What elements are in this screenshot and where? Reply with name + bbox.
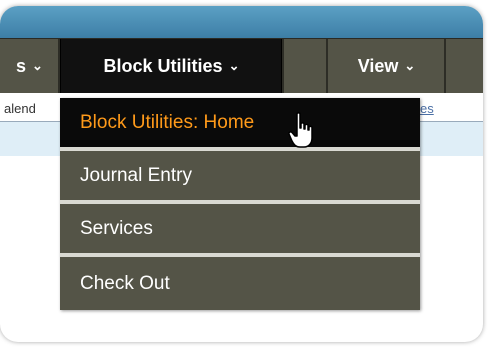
hand-pointer-icon: [288, 112, 313, 148]
dropdown-item-block-utilities-home[interactable]: Block Utilities: Home: [60, 98, 420, 151]
menu-divider: [282, 39, 284, 93]
menu-divider: [444, 39, 446, 93]
dropdown-item-journal-entry[interactable]: Journal Entry: [60, 151, 420, 204]
dropdown-item-label: Block Utilities: Home: [80, 111, 255, 133]
menu-item-block-utilities[interactable]: Block Utilities ⌄: [60, 39, 282, 93]
dropdown-item-label: Services: [80, 217, 153, 239]
dropdown-item-label: Check Out: [80, 272, 170, 294]
menu-bar: s ⌄ Block Utilities ⌄ View ⌄: [0, 38, 483, 93]
app-window: s ⌄ Block Utilities ⌄ View ⌄ alend es Bl…: [0, 6, 483, 342]
menu-item-label: View: [357, 55, 399, 76]
subbar-link[interactable]: es: [420, 101, 434, 116]
top-band: [0, 6, 483, 38]
subbar-left-text: alend: [4, 101, 36, 116]
menu-item-label: s: [16, 55, 27, 76]
dropdown-item-label: Journal Entry: [80, 164, 192, 186]
chevron-down-icon: ⌄: [404, 58, 415, 73]
chevron-down-icon: ⌄: [228, 58, 240, 73]
dropdown-item-services[interactable]: Services: [60, 204, 420, 257]
menu-item-label: Block Utilities: [103, 55, 223, 76]
chevron-down-icon: ⌄: [32, 58, 43, 73]
block-utilities-dropdown: Block Utilities: Home Journal Entry Serv…: [60, 98, 420, 310]
menu-item-view[interactable]: View ⌄: [328, 39, 444, 93]
dropdown-item-check-out[interactable]: Check Out: [60, 257, 420, 310]
menu-item-partial[interactable]: s ⌄: [0, 39, 58, 93]
